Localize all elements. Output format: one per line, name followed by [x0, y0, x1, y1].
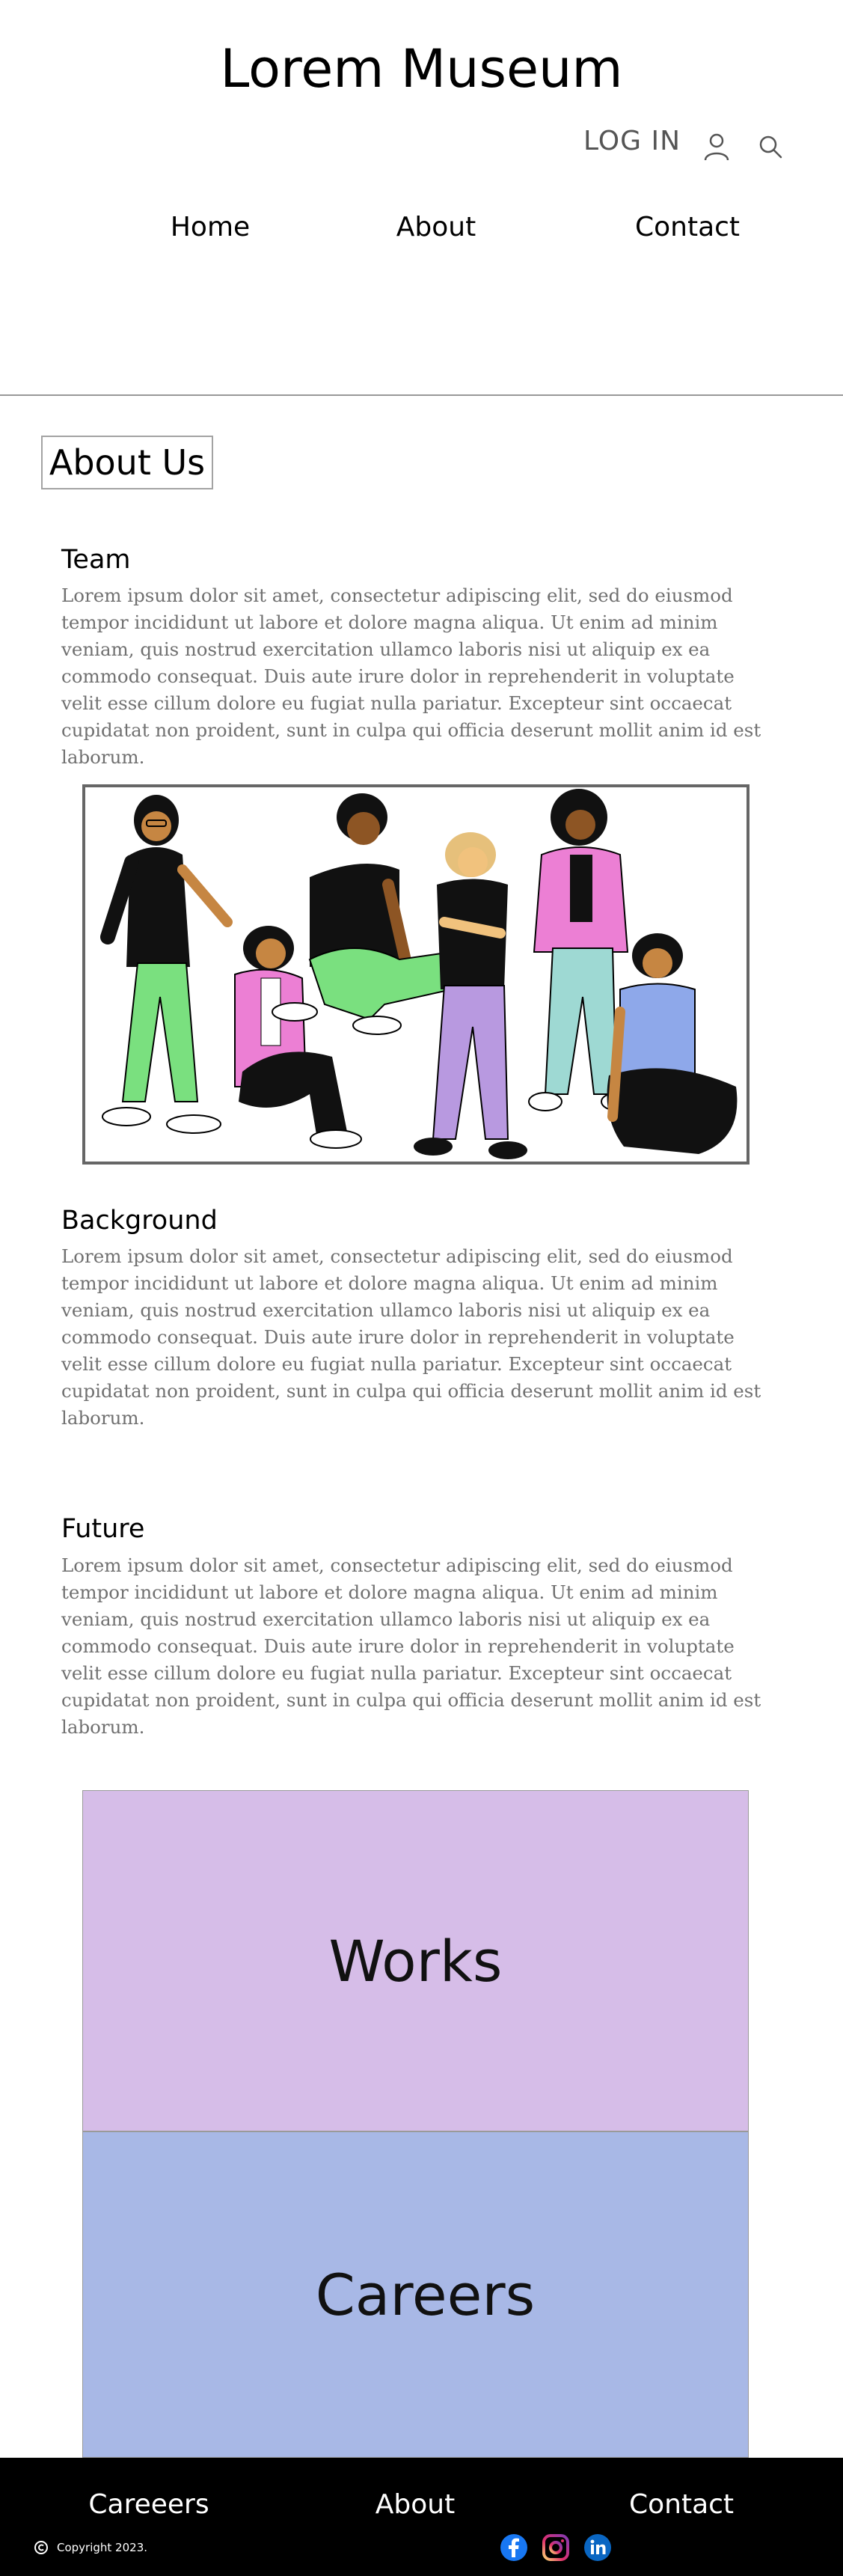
- nav-contact[interactable]: Contact: [598, 212, 777, 242]
- team-title: Team: [61, 545, 131, 575]
- future-title: Future: [61, 1514, 145, 1544]
- nav-about[interactable]: About: [346, 212, 526, 242]
- copyright-text: Copyright 2023.: [57, 2541, 148, 2554]
- nav-home[interactable]: Home: [120, 212, 300, 242]
- person-figure: [100, 795, 233, 1134]
- header-divider: [0, 394, 843, 396]
- facebook-icon[interactable]: [499, 2533, 529, 2563]
- site-title[interactable]: Lorem Museum: [0, 33, 843, 105]
- team-text: Lorem ipsum dolor sit amet, consectetur …: [61, 585, 761, 768]
- footer-link-careers[interactable]: Careeers: [52, 2489, 246, 2520]
- footer-link-about[interactable]: About: [318, 2489, 512, 2520]
- person-figure: [607, 933, 738, 1154]
- login-link[interactable]: LOG IN: [583, 126, 681, 156]
- works-panel[interactable]: Works: [82, 1790, 749, 2131]
- person-figure: [414, 832, 527, 1159]
- footer-link-contact[interactable]: Contact: [584, 2489, 779, 2520]
- copyright-icon: [34, 2541, 48, 2554]
- works-label: Works: [328, 1927, 503, 1994]
- background-text: Lorem ipsum dolor sit amet, consectetur …: [61, 1245, 761, 1429]
- instagram-icon[interactable]: [541, 2533, 571, 2563]
- linkedin-icon[interactable]: [583, 2533, 613, 2563]
- background-title: Background: [61, 1206, 218, 1236]
- about-us-heading: About Us: [41, 436, 213, 489]
- user-icon[interactable]: [703, 132, 730, 162]
- search-icon[interactable]: [757, 133, 784, 160]
- future-text: Lorem ipsum dolor sit amet, consectetur …: [61, 1554, 761, 1738]
- careers-label: Careers: [315, 2261, 536, 2328]
- team-illustration: [82, 784, 749, 1165]
- careers-panel[interactable]: Careers: [82, 2131, 749, 2458]
